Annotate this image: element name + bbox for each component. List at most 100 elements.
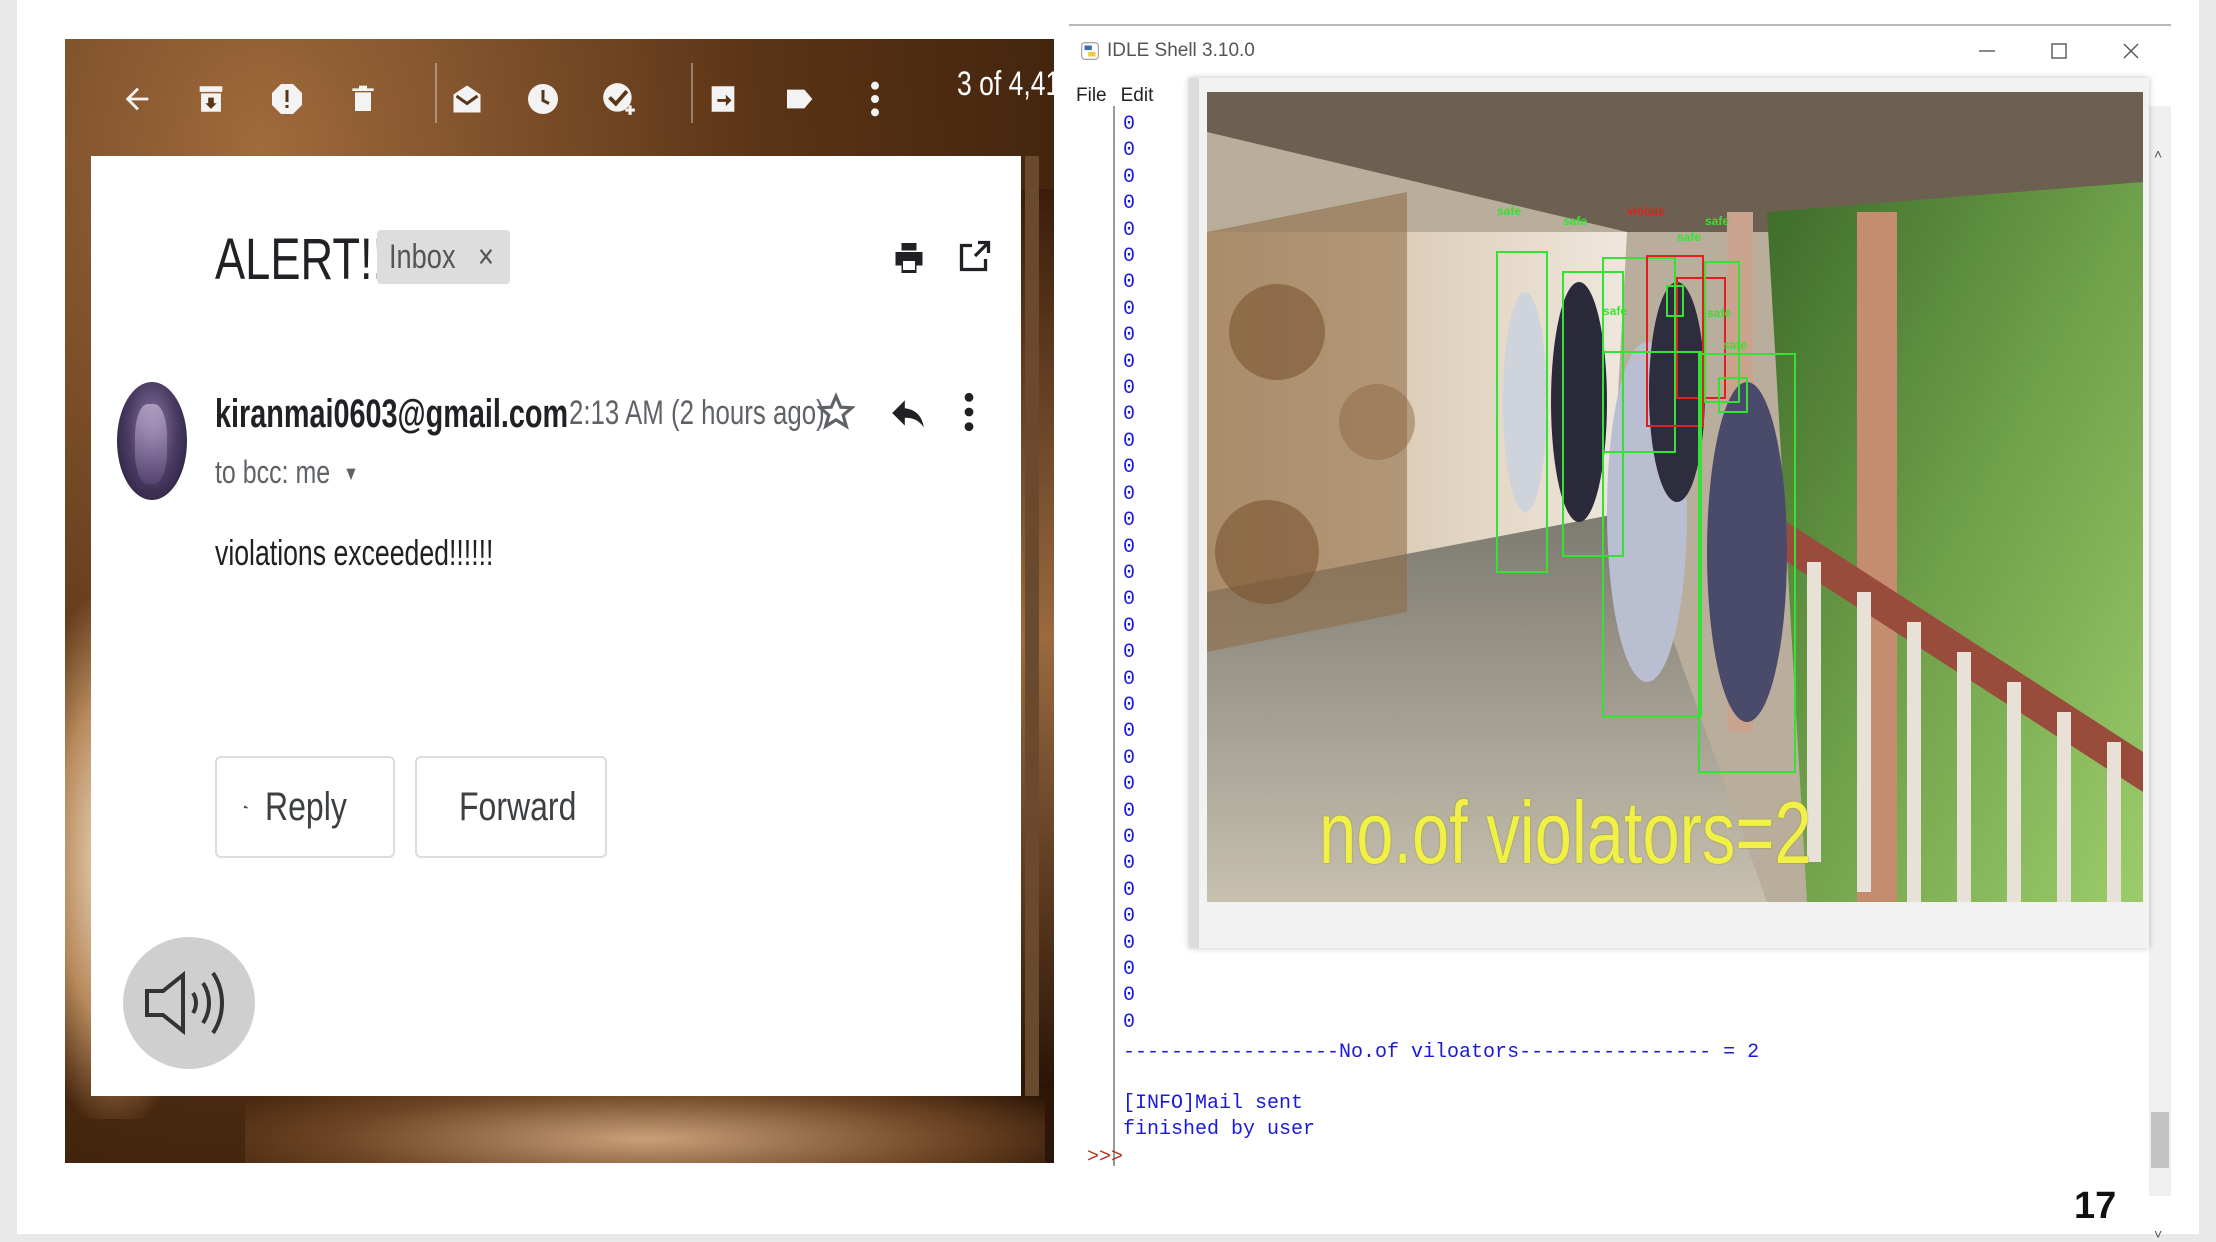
open-in-new-window-icon[interactable] xyxy=(957,236,993,281)
output-line: 0 xyxy=(1123,641,1136,665)
label-icon[interactable] xyxy=(777,73,821,125)
output-line: 0 xyxy=(1123,667,1136,691)
title-bar: IDLE Shell 3.10.0 xyxy=(1069,26,2171,76)
gmail-screenshot: 3 of 4,41 ALERT!!!! Inbox × kiranmai0603… xyxy=(65,39,1054,1163)
chevron-down-icon[interactable]: ▼ xyxy=(343,463,358,485)
label-remove-icon[interactable]: × xyxy=(478,230,494,284)
scroll-up-icon[interactable]: ˄ xyxy=(2154,146,2162,162)
report-spam-icon[interactable] xyxy=(265,73,309,125)
email-body: violations exceeded!!!!!! xyxy=(215,532,494,573)
recipients-text: to bcc: me xyxy=(215,454,331,490)
scroll-thumb[interactable] xyxy=(2151,1112,2169,1168)
toolbar-divider xyxy=(435,63,437,123)
more-vert-icon[interactable] xyxy=(963,390,975,439)
archive-icon[interactable] xyxy=(189,73,233,125)
detection-tag: safe xyxy=(1707,306,1732,320)
email-card: ALERT!!!! Inbox × kiranmai0603@gmail.com… xyxy=(91,156,1039,1096)
output-line: 0 xyxy=(1123,165,1136,189)
output-line: 0 xyxy=(1123,561,1136,585)
output-line: 0 xyxy=(1123,509,1136,533)
mail-sent-line: [INFO]Mail sent xyxy=(1123,1092,1304,1115)
violators-count-line: ------------------No.of viloators-------… xyxy=(1123,1041,1760,1064)
email-time: 2:13 AM (2 hours ago) xyxy=(569,394,825,432)
close-button[interactable] xyxy=(2111,34,2151,68)
move-to-icon[interactable] xyxy=(701,73,745,125)
output-line: 0 xyxy=(1123,535,1136,559)
output-line: 0 xyxy=(1123,799,1136,823)
output-line: 0 xyxy=(1123,693,1136,717)
sender-email[interactable]: kiranmai0603@gmail.com xyxy=(215,392,568,437)
scrollbar[interactable] xyxy=(1025,156,1039,1096)
star-icon[interactable] xyxy=(816,390,856,439)
detection-tag: safe xyxy=(1723,338,1748,352)
frame-border xyxy=(1189,78,1199,948)
violators-overlay-text: no.of violators=2 xyxy=(1319,783,1812,882)
reply-label: Reply xyxy=(264,784,347,829)
slide-page-number: 17 xyxy=(2074,1185,2117,1227)
label-text: Inbox xyxy=(389,238,456,276)
detection-tag: safe xyxy=(1677,230,1702,244)
reply-button[interactable]: Reply xyxy=(215,756,395,858)
video-frame-window[interactable]: safe safe violate safe safe safe safe sa… xyxy=(1189,78,2149,948)
detection-tag: safe xyxy=(1603,304,1628,318)
output-line: 0 xyxy=(1123,245,1136,269)
output-line: 0 xyxy=(1123,482,1136,506)
output-line: 0 xyxy=(1123,113,1136,136)
output-line: 0 xyxy=(1123,588,1136,612)
menu-edit[interactable]: Edit xyxy=(1114,81,1161,111)
output-line: 0 xyxy=(1123,403,1136,427)
reply-icon[interactable] xyxy=(889,394,927,437)
prompt-gutter-divider xyxy=(1113,106,1115,1166)
output-line: 0 xyxy=(1123,192,1136,216)
finished-line: finished by user xyxy=(1123,1118,1316,1141)
forward-label: Forward xyxy=(459,784,577,829)
output-line: 0 xyxy=(1123,852,1136,876)
mark-unread-icon[interactable] xyxy=(445,73,489,125)
window-title: IDLE Shell 3.10.0 xyxy=(1107,40,1255,61)
reply-icon xyxy=(243,805,249,810)
output-line: 0 xyxy=(1123,377,1136,401)
slide: 3 of 4,41 ALERT!!!! Inbox × kiranmai0603… xyxy=(17,0,2199,1242)
output-line: 0 xyxy=(1123,746,1136,770)
output-line: 0 xyxy=(1123,1010,1136,1034)
output-line: 0 xyxy=(1123,825,1136,849)
idle-shell-window: IDLE Shell 3.10.0 File Edit 000000000000… xyxy=(1069,24,2171,1242)
detection-video-frame: safe safe violate safe safe safe safe sa… xyxy=(1207,92,2143,902)
detection-tag: safe xyxy=(1497,204,1522,218)
output-line: 0 xyxy=(1123,958,1136,981)
output-line: 0 xyxy=(1123,614,1136,638)
output-line: 0 xyxy=(1123,984,1136,1008)
menu-file[interactable]: File xyxy=(1069,81,1114,111)
add-to-tasks-icon[interactable] xyxy=(597,73,641,125)
minimize-button[interactable] xyxy=(1967,34,2007,68)
output-line: 0 xyxy=(1123,218,1136,242)
back-arrow-icon[interactable] xyxy=(115,73,159,125)
output-line: 0 xyxy=(1123,773,1136,797)
output-line: 0 xyxy=(1123,429,1136,453)
inbox-label-chip[interactable]: Inbox × xyxy=(377,230,511,284)
python-icon xyxy=(1079,40,1101,67)
more-vert-icon[interactable] xyxy=(853,73,897,125)
output-line: 0 xyxy=(1123,456,1136,480)
output-line: 0 xyxy=(1123,139,1136,163)
toolbar-divider xyxy=(691,63,693,123)
shell-prompt[interactable]: >>> xyxy=(1087,1146,1123,1169)
delete-icon[interactable] xyxy=(341,73,385,125)
corridor-scene xyxy=(1207,92,2143,902)
vertical-scrollbar[interactable]: ˄ ˅ xyxy=(2149,106,2171,1242)
gmail-toolbar: 3 of 4,41 xyxy=(65,39,1054,157)
snooze-icon[interactable] xyxy=(521,73,565,125)
forward-button[interactable]: Forward xyxy=(415,756,607,858)
speaker-icon[interactable] xyxy=(123,937,255,1069)
output-line: 0 xyxy=(1123,878,1136,902)
output-line: 0 xyxy=(1123,905,1136,929)
maximize-button[interactable] xyxy=(2039,34,2079,68)
output-line: 0 xyxy=(1123,297,1136,321)
avatar[interactable] xyxy=(117,382,187,500)
output-line: 0 xyxy=(1123,271,1136,295)
shell-output: 00000000000000000000000000000000000 xyxy=(1123,112,1135,1036)
message-count: 3 of 4,41 xyxy=(957,65,1054,103)
print-icon[interactable] xyxy=(891,236,927,285)
recipients[interactable]: to bcc: me ▼ xyxy=(215,454,359,491)
output-line: 0 xyxy=(1123,931,1136,955)
